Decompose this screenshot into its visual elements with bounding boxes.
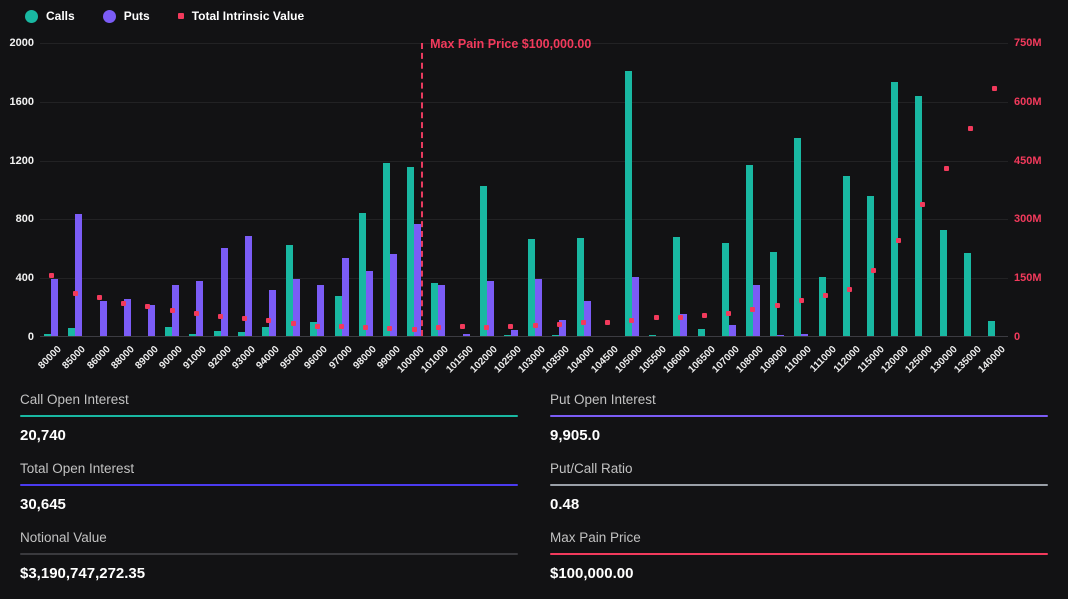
x-axis-label: 98000: [351, 344, 378, 371]
stat-call-open-interest: Call Open Interest 20,740: [20, 392, 518, 444]
stat-label: Put Open Interest: [550, 392, 1048, 415]
x-axis-label: 86000: [85, 344, 112, 371]
y-axis-tick-left: 1600: [10, 96, 34, 108]
x-axis-label: 95000: [278, 344, 305, 371]
stat-value: 9,905.0: [550, 417, 1048, 444]
legend-label-intrinsic: Total Intrinsic Value: [192, 9, 304, 23]
stat-label: Total Open Interest: [20, 461, 518, 484]
stats-panel: Call Open Interest 20,740 Put Open Inter…: [0, 386, 1068, 599]
y-axis-tick-left: 0: [28, 331, 34, 343]
stat-label: Max Pain Price: [550, 530, 1048, 553]
y-axis-tick-left: 1200: [10, 155, 34, 167]
y-axis-left: 0400800120016002000: [0, 43, 34, 337]
x-axis-label: 93000: [230, 344, 257, 371]
stat-max-pain-price: Max Pain Price $100,000.00: [550, 530, 1048, 582]
stat-notional-value: Notional Value $3,190,747,272.35: [20, 530, 518, 582]
x-axis-label: 92000: [206, 344, 233, 371]
x-axis-label: 97000: [327, 344, 354, 371]
x-axis-label: 85000: [61, 344, 88, 371]
y-axis-tick-left: 800: [16, 213, 34, 225]
x-axis-label: 88000: [109, 344, 136, 371]
x-axis-labels: 8000085000860008800089000900009100092000…: [40, 43, 1008, 383]
stat-label: Notional Value: [20, 530, 518, 553]
y-axis-tick-right: 450M: [1014, 155, 1042, 167]
y-axis-tick-left: 2000: [10, 37, 34, 49]
max-pain-chart: Calls Puts Total Intrinsic Value 0 400 800…: [0, 0, 1068, 384]
stat-value: $100,000.00: [550, 555, 1048, 582]
legend-item-intrinsic[interactable]: Total Intrinsic Value: [178, 9, 304, 23]
y-axis-tick-right: 600M: [1014, 96, 1042, 108]
y-axis-right: 0150M300M450M600M750M: [1014, 43, 1066, 337]
stat-label: Call Open Interest: [20, 392, 518, 415]
stat-value: $3,190,747,272.35: [20, 555, 518, 582]
y-axis-tick-right: 0: [1014, 331, 1020, 343]
legend-item-puts[interactable]: Puts: [103, 9, 150, 23]
x-axis-label: 90000: [157, 344, 184, 371]
stat-value: 0.48: [550, 486, 1048, 513]
stat-value: 30,645: [20, 486, 518, 513]
stat-put-open-interest: Put Open Interest 9,905.0: [550, 392, 1048, 444]
y-axis-tick-right: 150M: [1014, 272, 1042, 284]
legend-label-puts: Puts: [124, 9, 150, 23]
intrinsic-marker-icon: [178, 13, 184, 19]
x-axis-label: 80000: [36, 344, 63, 371]
y-axis-tick-right: 750M: [1014, 37, 1042, 49]
x-axis-label: 94000: [254, 344, 281, 371]
x-axis-label: 110000: [783, 344, 814, 375]
y-axis-tick-right: 300M: [1014, 213, 1042, 225]
stat-value: 20,740: [20, 417, 518, 444]
chart-legend: Calls Puts Total Intrinsic Value: [25, 9, 304, 23]
x-axis-label: 96000: [303, 344, 330, 371]
legend-item-calls[interactable]: Calls: [25, 9, 75, 23]
x-axis-label: 91000: [182, 344, 209, 371]
stat-label: Put/Call Ratio: [550, 461, 1048, 484]
x-axis-label: 89000: [133, 344, 160, 371]
y-axis-tick-left: 400: [16, 272, 34, 284]
legend-label-calls: Calls: [46, 9, 75, 23]
stat-total-open-interest: Total Open Interest 30,645: [20, 461, 518, 513]
stat-put-call-ratio: Put/Call Ratio 0.48: [550, 461, 1048, 513]
calls-marker-icon: [25, 10, 38, 23]
puts-marker-icon: [103, 10, 116, 23]
